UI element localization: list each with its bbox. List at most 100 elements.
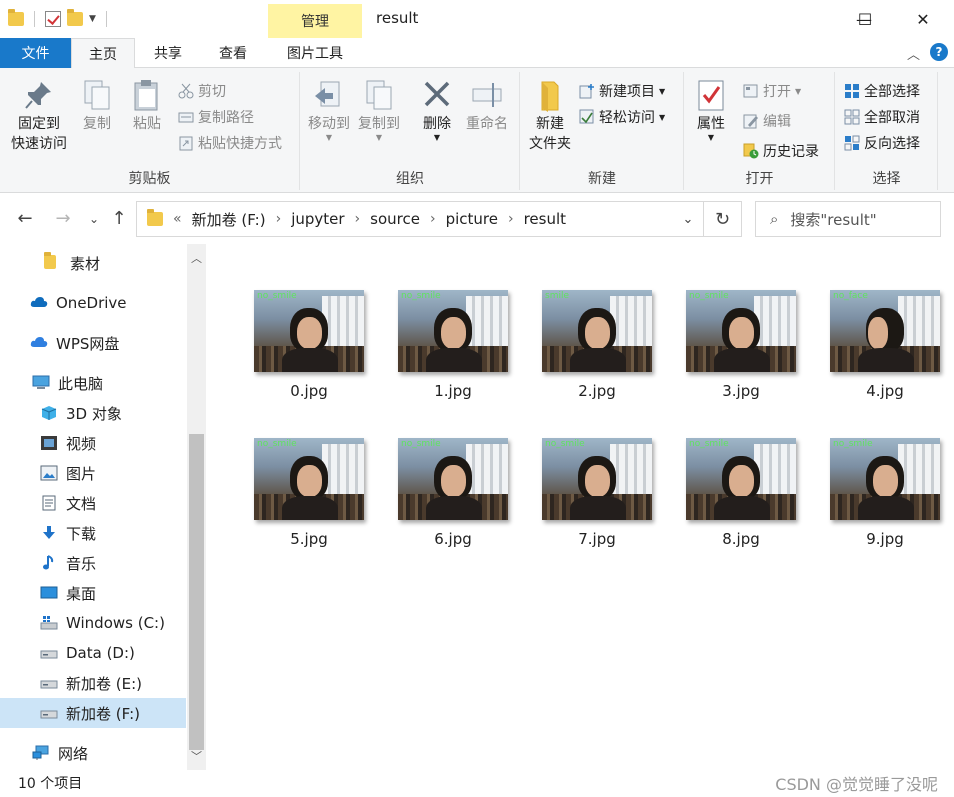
nav-item-documents[interactable]: 文档 [0, 488, 186, 518]
file-tile[interactable]: no_smile 1.jpg [383, 290, 523, 420]
recent-locations-chevron-icon[interactable]: ⌄ [82, 212, 106, 226]
file-tile[interactable]: no_smile 3.jpg [671, 290, 811, 420]
breadcrumb-item-picture[interactable]: picture [446, 210, 498, 228]
nav-item-drive-d[interactable]: Data (D:) [0, 638, 186, 668]
nav-item-sucai[interactable]: 素材 [0, 248, 186, 278]
properties-button[interactable]: 属性 ▼ [691, 78, 731, 142]
image-thumbnail: no_smile [254, 438, 364, 520]
new-folder-icon[interactable] [67, 9, 83, 26]
tab-share[interactable]: 共享 [135, 38, 201, 68]
nav-item-label: 网络 [58, 744, 89, 763]
nav-item-drive-f[interactable]: 新加卷 (F:) [0, 698, 186, 728]
breadcrumb-item-result[interactable]: result [524, 210, 566, 228]
new-group: 新建 文件夹 新建项目 ▼ 轻松访问 ▼ 新建 [521, 72, 684, 190]
file-tile[interactable]: smile 2.jpg [527, 290, 667, 420]
nav-item-network[interactable]: 网络 [0, 738, 186, 768]
select-none-button[interactable]: 全部取消 [844, 106, 920, 128]
file-tile[interactable]: no_smile 7.jpg [527, 438, 667, 568]
nav-item-label: 文档 [66, 494, 97, 513]
forward-arrow-icon[interactable]: → [51, 208, 75, 229]
nav-item-onedrive[interactable]: OneDrive [0, 288, 186, 318]
edit-icon [743, 113, 759, 129]
tab-picture-tools[interactable]: 图片工具 [268, 38, 362, 68]
nav-item-pictures[interactable]: 图片 [0, 458, 186, 488]
file-name: 9.jpg [866, 530, 904, 548]
file-tile[interactable]: no_smile 0.jpg [239, 290, 379, 420]
pin-quick-access-button[interactable]: 固定到 快速访问 [8, 78, 70, 154]
nav-scrollbar[interactable]: ︿ ﹀ [187, 244, 206, 770]
nav-item-3d-objects[interactable]: 3D 对象 [0, 398, 186, 428]
breadcrumb-overflow[interactable]: « [173, 211, 182, 227]
rename-icon [471, 78, 503, 112]
document-icon [40, 495, 58, 511]
tab-file[interactable]: 文件 [0, 38, 71, 68]
cut-button[interactable]: 剪切 [178, 80, 226, 102]
new-item-button[interactable]: 新建项目 ▼ [579, 80, 665, 102]
breadcrumb-item-drive-f[interactable]: 新加卷 (F:) [192, 209, 266, 230]
address-bar[interactable]: « 新加卷 (F:) › jupyter › source › picture … [136, 201, 742, 237]
cut-label: 剪切 [198, 84, 226, 100]
chevron-right-icon[interactable]: › [430, 211, 436, 227]
nav-item-downloads[interactable]: 下载 [0, 518, 186, 548]
nav-item-wps[interactable]: WPS网盘 [0, 328, 186, 358]
image-thumbnail: smile [542, 290, 652, 372]
tab-view[interactable]: 查看 [201, 38, 265, 68]
edit-button[interactable]: 编辑 [743, 110, 791, 132]
copy-path-button[interactable]: 复制路径 [178, 106, 254, 128]
scroll-up-icon[interactable]: ︿ [187, 248, 206, 268]
image-thumbnail: no_smile [254, 290, 364, 372]
nav-item-drive-e[interactable]: 新加卷 (E:) [0, 668, 186, 698]
refresh-icon[interactable]: ↻ [703, 202, 741, 236]
collapse-ribbon-icon[interactable]: ︿ [907, 44, 920, 63]
file-tile[interactable]: no_smile 8.jpg [671, 438, 811, 568]
copy-button[interactable]: 复制 [76, 78, 118, 134]
scroll-thumb[interactable] [189, 434, 204, 750]
close-button[interactable]: ✕ [894, 0, 952, 38]
history-button[interactable]: 历史记录 [743, 140, 819, 162]
breadcrumb-item-source[interactable]: source [370, 210, 420, 228]
paste-shortcut-button[interactable]: 粘贴快捷方式 [178, 132, 282, 154]
invert-selection-button[interactable]: 反向选择 [844, 132, 920, 154]
customize-toolbar-dropdown-icon[interactable]: ▼ [89, 14, 96, 24]
file-tile[interactable]: no_smile 5.jpg [239, 438, 379, 568]
nav-item-label: 3D 对象 [66, 404, 122, 423]
move-to-icon [313, 78, 345, 112]
address-history-chevron-icon[interactable]: ⌄ [673, 212, 703, 227]
file-tile[interactable]: no_smile 9.jpg [815, 438, 954, 568]
file-name: 1.jpg [434, 382, 472, 400]
paste-shortcut-label: 粘贴快捷方式 [198, 136, 282, 152]
nav-item-drive-c[interactable]: Windows (C:) [0, 608, 186, 638]
up-arrow-icon[interactable]: ↑ [107, 208, 131, 229]
scroll-down-icon[interactable]: ﹀ [187, 746, 206, 766]
easy-access-button[interactable]: 轻松访问 ▼ [579, 106, 665, 128]
nav-item-desktop[interactable]: 桌面 [0, 578, 186, 608]
chevron-right-icon[interactable]: › [276, 211, 282, 227]
maximize-button[interactable]: ☐ [836, 0, 894, 38]
properties-icon[interactable] [45, 11, 61, 27]
file-tile[interactable]: no_face 4.jpg [815, 290, 954, 420]
chevron-right-icon[interactable]: › [355, 211, 361, 227]
new-folder-button[interactable]: 新建 文件夹 [525, 78, 575, 154]
chevron-right-icon[interactable]: › [508, 211, 514, 227]
nav-item-this-pc[interactable]: 此电脑 [0, 368, 186, 398]
network-icon [32, 745, 50, 761]
tab-home[interactable]: 主页 [71, 38, 135, 69]
open-button[interactable]: 打开 ▼ [743, 80, 801, 102]
rename-button[interactable]: 重命名 [463, 78, 511, 134]
move-to-button[interactable]: 移动到 ▼ [307, 78, 351, 142]
help-icon[interactable]: ? [930, 43, 948, 61]
select-all-button[interactable]: 全部选择 [844, 80, 920, 102]
nav-item-music[interactable]: 音乐 [0, 548, 186, 578]
manage-context-tab[interactable]: 管理 [268, 4, 362, 38]
delete-button[interactable]: 删除 ▼ [415, 78, 459, 142]
new-folder-label-line2: 文件夹 [529, 136, 571, 152]
file-tile[interactable]: no_smile 6.jpg [383, 438, 523, 568]
copy-to-button[interactable]: 复制到 ▼ [357, 78, 401, 142]
breadcrumb-item-jupyter[interactable]: jupyter [291, 210, 344, 228]
search-box[interactable]: ⌕ 搜索"result" [755, 201, 941, 237]
image-thumbnail: no_smile [686, 290, 796, 372]
back-arrow-icon[interactable]: ← [13, 208, 37, 229]
thumbnail-overlay-text: smile [545, 291, 569, 301]
nav-item-videos[interactable]: 视频 [0, 428, 186, 458]
paste-button[interactable]: 粘贴 [126, 78, 168, 134]
